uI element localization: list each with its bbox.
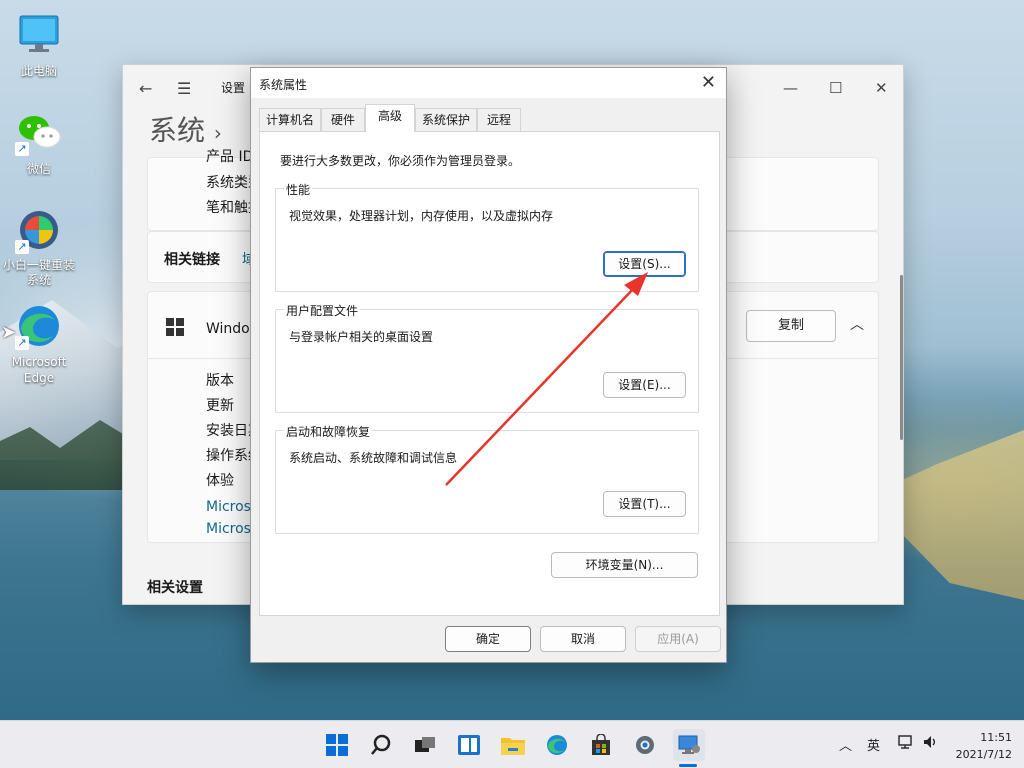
system-properties-dialog: 系统属性 ✕ 计算机名 硬件 高级 系统保护 远程 要进行大多数更改，你必须作为… (250, 67, 727, 663)
group-legend: 性能 (284, 181, 313, 198)
system-properties-icon[interactable] (673, 729, 705, 761)
file-explorer-icon[interactable] (497, 729, 529, 761)
group-description: 与登录帐户相关的桌面设置 (289, 330, 434, 344)
advanced-tab-panel: 要进行大多数更改，你必须作为管理员登录。 性能 视觉效果，处理器计划，内存使用，… (259, 131, 720, 616)
windows-start-icon[interactable] (321, 729, 353, 761)
search-icon[interactable] (365, 729, 397, 761)
task-view-icon[interactable] (409, 729, 441, 761)
wallpaper-grass (900, 430, 1024, 600)
user-profiles-group: 用户配置文件 与登录帐户相关的桌面设置 设置(E)... (275, 302, 699, 413)
group-description: 系统启动、系统故障和调试信息 (289, 451, 458, 465)
shortcut-arrow-icon: ↗ (15, 142, 29, 156)
close-icon[interactable]: ✕ (701, 72, 716, 93)
group-description: 视觉效果，处理器计划，内存使用，以及虚拟内存 (289, 209, 554, 223)
settings-app-title: 设置 (221, 81, 246, 95)
tab-remote[interactable]: 远程 (477, 108, 521, 132)
desktop-icon-label: 此电脑 (20, 64, 57, 78)
clock-time: 11:51 (980, 731, 1012, 744)
chevron-up-icon[interactable]: ︿ (850, 314, 864, 334)
chevron-up-icon[interactable]: ︿ (839, 735, 852, 754)
desktop-icon-label: 小白一键重装系统 (2, 258, 75, 287)
desktop-icon-xiaobai[interactable]: ↗ 小白一键重装系统 (0, 206, 78, 288)
copy-button[interactable]: 复制 (746, 310, 836, 342)
group-legend: 用户配置文件 (284, 302, 361, 319)
desktop-icon-edge[interactable]: ↗ Microsoft Edge (0, 302, 78, 386)
tab-computer-name[interactable]: 计算机名 (259, 108, 321, 132)
performance-settings-button[interactable]: 设置(S)... (603, 251, 686, 277)
edge-icon: ↗ (15, 302, 63, 350)
performance-group: 性能 视觉效果，处理器计划，内存使用，以及虚拟内存 设置(S)... (275, 181, 699, 292)
desktop-icon-label: 微信 (26, 162, 51, 176)
clock[interactable]: 11:51 2021/7/12 (956, 729, 1012, 763)
widgets-icon[interactable] (453, 729, 485, 761)
user-profiles-settings-button[interactable]: 设置(E)... (603, 372, 686, 398)
admin-note: 要进行大多数更改，你必须作为管理员登录。 (280, 154, 521, 168)
minimize-icon[interactable]: — (783, 79, 798, 97)
desktop-icon-label: Microsoft Edge (11, 355, 67, 385)
volume-icon[interactable] (922, 733, 940, 755)
windows-logo-icon (166, 318, 184, 339)
startup-recovery-group: 启动和故障恢复 系统启动、系统故障和调试信息 设置(T)... (275, 423, 699, 534)
environment-variables-button[interactable]: 环境变量(N)... (551, 552, 698, 578)
clock-date: 2021/7/12 (955, 748, 1012, 761)
spec-row-label: 产品 ID (206, 149, 254, 165)
close-icon[interactable]: ✕ (875, 79, 888, 97)
dialog-title: 系统属性 (259, 78, 308, 92)
settings-gear-icon[interactable] (629, 729, 661, 761)
active-app-indicator (679, 764, 697, 767)
tab-hardware[interactable]: 硬件 (321, 108, 365, 132)
group-legend: 启动和故障恢复 (284, 423, 373, 440)
store-icon[interactable] (585, 729, 617, 761)
network-icon[interactable] (897, 733, 915, 755)
back-arrow-icon[interactable]: ← (139, 79, 152, 98)
page-title: 系统 › (149, 114, 222, 147)
shortcut-arrow-icon: ↗ (15, 240, 29, 254)
cancel-button[interactable]: 取消 (540, 626, 626, 652)
spec-row-label: 版本 (206, 373, 234, 389)
tab-system-protection[interactable]: 系统保护 (415, 108, 477, 132)
xiaobai-reinstall-icon: ↗ (15, 206, 63, 254)
scrollbar[interactable] (900, 275, 903, 440)
related-links-label: 相关链接 (164, 252, 220, 268)
startup-recovery-settings-button[interactable]: 设置(T)... (603, 491, 686, 517)
hamburger-menu-icon[interactable]: ☰ (177, 79, 191, 98)
desktop-icon-this-pc[interactable]: 此电脑 (0, 10, 78, 79)
computer-icon (15, 10, 63, 58)
maximize-icon[interactable]: ☐ (829, 79, 842, 97)
apply-button[interactable]: 应用(A) (635, 626, 721, 652)
ime-indicator[interactable]: 英 (867, 735, 880, 754)
desktop-icon-wechat[interactable]: ↗ 微信 (0, 108, 78, 177)
related-settings-heading: 相关设置 (147, 580, 203, 596)
wechat-icon: ↗ (15, 108, 63, 156)
tab-advanced[interactable]: 高级 (365, 104, 415, 132)
spec-row-label: 更新 (206, 398, 234, 414)
taskbar: ︿ 英 11:51 2021/7/12 (0, 720, 1024, 768)
mouse-cursor-icon: ➤ (1, 322, 17, 343)
shortcut-arrow-icon: ↗ (15, 336, 29, 350)
ok-button[interactable]: 确定 (445, 626, 531, 652)
dialog-titlebar: 系统属性 ✕ (251, 68, 726, 98)
spec-row-label: 体验 (206, 473, 234, 489)
edge-icon[interactable] (541, 729, 573, 761)
